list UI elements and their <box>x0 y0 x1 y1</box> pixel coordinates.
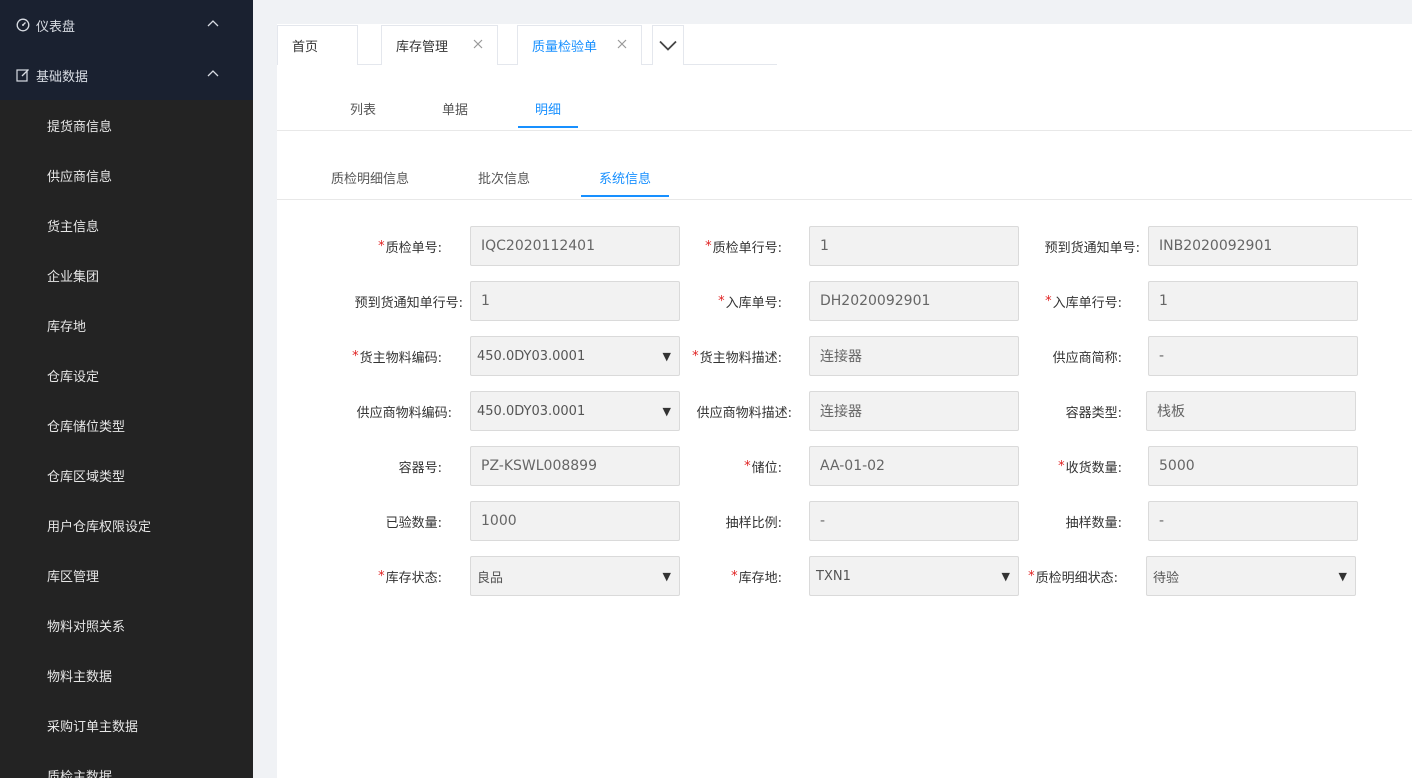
detailtab-label: 质检明细信息 <box>330 171 409 187</box>
sidebar-item-material-master[interactable]: 物料主数据 <box>0 650 253 700</box>
tab-label: 质量检验单 <box>532 40 598 55</box>
supplier-short-name-label: 供应商简称: <box>1052 350 1122 366</box>
detailtab-label: 批次信息 <box>477 171 530 187</box>
receipt-line-field[interactable]: 1 <box>1148 281 1358 321</box>
detailtab-label: 系统信息 <box>598 171 651 187</box>
container-number-label: 容器号: <box>398 460 442 476</box>
chevron-down-icon <box>659 40 677 51</box>
receipt-number-label: * 入库单号: <box>718 293 782 311</box>
dropdown-caret-icon: ▼ <box>1338 570 1347 583</box>
supplier-short-name-field[interactable]: - <box>1148 336 1358 376</box>
chevron-up-icon[interactable] <box>207 19 219 27</box>
dashboard-icon <box>16 18 30 32</box>
receipt-line-label: * 入库单行号: <box>1045 293 1122 311</box>
close-icon[interactable] <box>617 39 627 49</box>
sample-qty-label: 抽样数量: <box>1065 515 1122 531</box>
sidebar-item-qc-master[interactable]: 质检主数据 <box>0 750 253 778</box>
tab-home[interactable]: 首页 <box>277 25 358 65</box>
detailtab-batch[interactable]: 批次信息 <box>459 159 549 195</box>
sample-ratio-label: 抽样比例: <box>725 515 782 531</box>
subtab-detail[interactable]: 明细 <box>518 90 578 128</box>
close-icon[interactable] <box>473 39 483 49</box>
qc-detail-status-label: * 质检明细状态: <box>1028 568 1118 586</box>
sidebar-item-supplier[interactable]: 供应商信息 <box>0 150 253 200</box>
sidebar-item-zone-management[interactable]: 库区管理 <box>0 550 253 600</box>
sidebar-item-label: 库存地 <box>47 319 87 335</box>
received-qty-field[interactable]: 5000 <box>1148 446 1358 486</box>
subtab-label: 列表 <box>349 102 376 118</box>
sidebar-item-enterprise-group[interactable]: 企业集团 <box>0 250 253 300</box>
sidebar-item-owner[interactable]: 货主信息 <box>0 200 253 250</box>
qc-line-label: * 质检单行号: <box>705 238 782 256</box>
sidebar-group-dashboard[interactable]: 仪表盘 <box>0 0 253 50</box>
qc-detail-status-select[interactable]: 待验 ▼ <box>1146 556 1356 596</box>
asn-number-field[interactable]: INB2020092901 <box>1148 226 1358 266</box>
inspected-qty-label: 已验数量: <box>385 515 442 531</box>
subtab-label: 单据 <box>441 102 468 118</box>
sidebar-item-label: 物料对照关系 <box>47 619 126 635</box>
detailtab-qc-detail[interactable]: 质检明细信息 <box>315 159 425 195</box>
tab-label: 库存管理 <box>396 40 449 55</box>
detailtab-divider <box>277 199 1412 200</box>
sidebar-group-base-data[interactable]: 基础数据 <box>0 50 253 100</box>
received-qty-label: * 收货数量: <box>1058 458 1122 476</box>
sample-qty-field[interactable]: - <box>1148 501 1358 541</box>
sidebar-item-user-permissions[interactable]: 用户仓库权限设定 <box>0 500 253 550</box>
sidebar-item-material-mapping[interactable]: 物料对照关系 <box>0 600 253 650</box>
detailtab-system[interactable]: 系统信息 <box>581 159 669 197</box>
subtab-label: 明细 <box>534 102 561 118</box>
sidebar-item-label: 仓库储位类型 <box>47 419 126 435</box>
asn-line-label: 预到货通知单行号: <box>354 295 463 311</box>
main-content: 首页 库存管理 质量检验单 列表 单据 明细 质检明细信息 批次信息 系统信息 … <box>277 24 1412 778</box>
sidebar-item-label: 仓库设定 <box>47 369 100 385</box>
supplier-material-code-label: 供应商物料编码: <box>356 405 452 421</box>
sidebar-item-label: 质检主数据 <box>47 769 113 778</box>
owner-material-desc-label: * 货主物料描述: <box>692 348 782 366</box>
tab-inventory-management[interactable]: 库存管理 <box>381 25 498 65</box>
sidebar-item-label: 提货商信息 <box>47 119 113 135</box>
sidebar-group-label: 基础数据 <box>36 69 89 85</box>
edit-icon <box>16 68 30 82</box>
subtab-document[interactable]: 单据 <box>423 90 487 126</box>
sidebar-item-label: 供应商信息 <box>47 169 113 185</box>
sidebar-item-delivery-merchant[interactable]: 提货商信息 <box>0 100 253 150</box>
supplier-material-desc-label: 供应商物料描述: <box>696 405 792 421</box>
sidebar-item-label: 企业集团 <box>47 269 100 285</box>
sidebar-group-label: 仪表盘 <box>36 19 76 35</box>
tab-label: 首页 <box>292 40 319 55</box>
sidebar-item-label: 货主信息 <box>47 219 100 235</box>
tab-more-button[interactable] <box>652 25 684 65</box>
sidebar-item-label: 用户仓库权限设定 <box>47 519 152 535</box>
sidebar-item-po-master[interactable]: 采购订单主数据 <box>0 700 253 750</box>
chevron-up-icon[interactable] <box>207 69 219 77</box>
subtab-list[interactable]: 列表 <box>331 90 395 126</box>
sidebar-item-warehouse-settings[interactable]: 仓库设定 <box>0 350 253 400</box>
sidebar-item-label: 采购订单主数据 <box>47 719 139 735</box>
container-type-label: 容器类型: <box>1065 405 1122 421</box>
sidebar-item-label: 库区管理 <box>47 569 100 585</box>
owner-material-code-label: * 货主物料编码: <box>352 348 442 366</box>
sidebar-item-zone-type[interactable]: 仓库区域类型 <box>0 450 253 500</box>
storage-location-label: * 库存地: <box>731 568 782 586</box>
bin-label: * 储位: <box>744 458 782 476</box>
sidebar-item-label: 仓库区域类型 <box>47 469 126 485</box>
page-tabbar: 首页 库存管理 质量检验单 <box>277 24 777 65</box>
inventory-status-label: * 库存状态: <box>378 568 442 586</box>
sidebar-item-bin-type[interactable]: 仓库储位类型 <box>0 400 253 450</box>
container-type-field[interactable]: 栈板 <box>1146 391 1356 431</box>
subtab-divider <box>277 130 1412 131</box>
tab-quality-inspection[interactable]: 质量检验单 <box>517 25 642 65</box>
sidebar-item-storage-location[interactable]: 库存地 <box>0 300 253 350</box>
asn-number-label: 预到货通知单号: <box>1044 240 1140 256</box>
sidebar: 仪表盘 基础数据 提货商信息 供应商信息 货主信息 企业集团 库存地 仓库设定 … <box>0 0 253 778</box>
sidebar-item-label: 物料主数据 <box>47 669 113 685</box>
qc-number-label: * 质检单号: <box>378 238 442 256</box>
